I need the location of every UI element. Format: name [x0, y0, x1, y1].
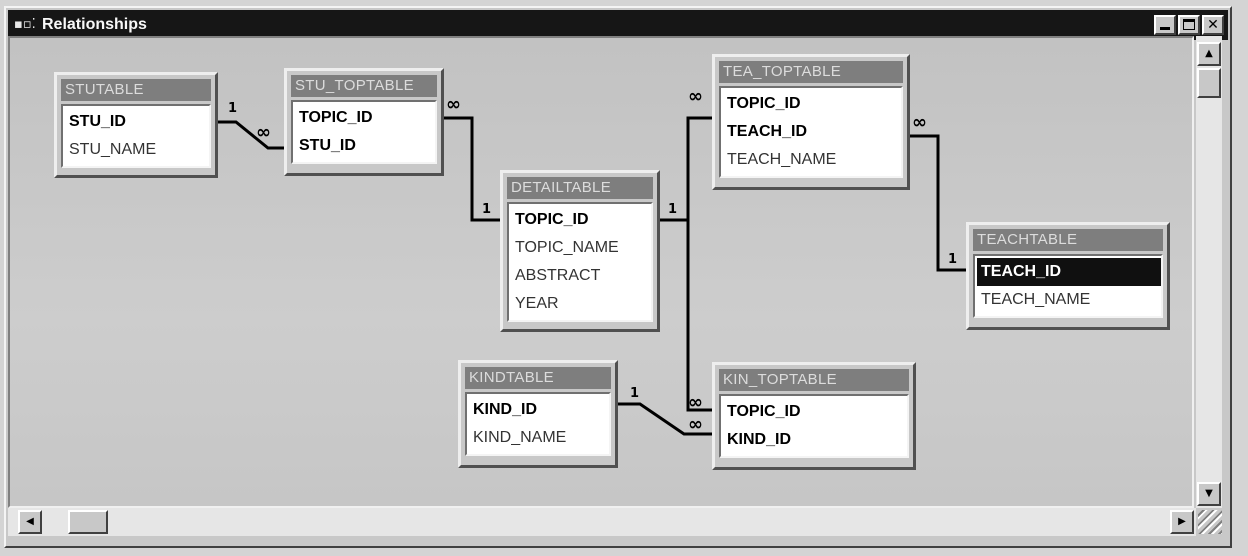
table-title[interactable]: TEA_TOPTABLE — [719, 61, 903, 83]
arrow-down-icon: ▼ — [1205, 488, 1213, 499]
table-tea-toptable[interactable]: TEA_TOPTABLE TOPIC_ID TEACH_ID TEACH_NAM… — [712, 54, 910, 190]
field-item[interactable]: TOPIC_ID — [723, 398, 907, 426]
join-line-stu-topic — [444, 116, 500, 222]
field-item[interactable]: KIND_ID — [469, 396, 609, 424]
field-item[interactable]: TOPIC_NAME — [511, 234, 651, 262]
field-item[interactable]: TOPIC_ID — [511, 206, 651, 234]
cardinality-one: 1 — [228, 101, 238, 116]
table-title[interactable]: DETAILTABLE — [507, 177, 653, 199]
field-list: STU_ID STU_NAME — [61, 104, 211, 168]
scroll-up-button[interactable]: ▲ — [1197, 42, 1221, 66]
table-title[interactable]: STUTABLE — [61, 79, 211, 101]
field-list: TOPIC_ID TEACH_ID TEACH_NAME — [719, 86, 903, 178]
field-list: TOPIC_ID STU_ID — [291, 100, 437, 164]
cardinality-many: ∞ — [688, 414, 703, 435]
field-item[interactable]: TOPIC_ID — [295, 104, 435, 132]
resize-grip[interactable] — [1198, 510, 1222, 534]
table-kindtable[interactable]: KINDTABLE KIND_ID KIND_NAME — [458, 360, 618, 468]
vertical-scroll-thumb[interactable] — [1197, 68, 1221, 98]
table-detailtable[interactable]: DETAILTABLE TOPIC_ID TOPIC_NAME ABSTRACT… — [500, 170, 660, 332]
cardinality-many: ∞ — [688, 392, 703, 413]
field-item[interactable]: ABSTRACT — [511, 262, 651, 290]
field-item[interactable]: TOPIC_ID — [723, 90, 901, 118]
vertical-scrollbar[interactable]: ▲ ▼ — [1196, 36, 1222, 508]
join-line-kin-topic — [686, 220, 712, 412]
field-list: TOPIC_ID KIND_ID — [719, 394, 909, 458]
arrow-left-icon: ◀ — [26, 516, 34, 527]
field-item-selected[interactable]: TEACH_ID — [977, 258, 1161, 286]
table-title[interactable]: TEACHTABLE — [973, 229, 1163, 251]
field-list: KIND_ID KIND_NAME — [465, 392, 611, 456]
cardinality-many: ∞ — [256, 122, 271, 143]
cardinality-one: 1 — [948, 252, 958, 267]
join-line-teach — [910, 134, 966, 272]
join-line-stu — [218, 120, 284, 150]
field-item[interactable]: KIND_ID — [723, 426, 907, 454]
field-item[interactable]: TEACH_NAME — [723, 146, 901, 174]
cardinality-many: ∞ — [688, 86, 703, 107]
horizontal-scroll-thumb[interactable] — [68, 510, 108, 534]
table-stu-toptable[interactable]: STU_TOPTABLE TOPIC_ID STU_ID — [284, 68, 444, 176]
field-item[interactable]: STU_ID — [65, 108, 209, 136]
table-stutable[interactable]: STUTABLE STU_ID STU_NAME — [54, 72, 218, 178]
table-title[interactable]: KIN_TOPTABLE — [719, 369, 909, 391]
field-item[interactable]: KIND_NAME — [469, 424, 609, 452]
field-item[interactable]: TEACH_ID — [723, 118, 901, 146]
table-kin-toptable[interactable]: KIN_TOPTABLE TOPIC_ID KIND_ID — [712, 362, 916, 470]
cardinality-many: ∞ — [446, 94, 461, 115]
field-item[interactable]: STU_NAME — [65, 136, 209, 164]
scroll-down-button[interactable]: ▼ — [1197, 482, 1221, 506]
arrow-right-icon: ▶ — [1178, 516, 1186, 527]
field-item[interactable]: TEACH_NAME — [977, 286, 1161, 314]
table-teachtable[interactable]: TEACHTABLE TEACH_ID TEACH_NAME — [966, 222, 1170, 330]
field-list: TOPIC_ID TOPIC_NAME ABSTRACT YEAR — [507, 202, 653, 322]
field-item[interactable]: STU_ID — [295, 132, 435, 160]
cardinality-many: ∞ — [912, 112, 927, 133]
field-item[interactable]: YEAR — [511, 290, 651, 318]
horizontal-scrollbar[interactable]: ◀ ▶ — [8, 508, 1196, 536]
cardinality-one: 1 — [630, 386, 640, 401]
scroll-left-button[interactable]: ◀ — [18, 510, 42, 534]
field-list: TEACH_ID TEACH_NAME — [973, 254, 1163, 318]
table-title[interactable]: STU_TOPTABLE — [291, 75, 437, 97]
arrow-up-icon: ▲ — [1205, 48, 1213, 59]
table-title[interactable]: KINDTABLE — [465, 367, 611, 389]
scroll-right-button[interactable]: ▶ — [1170, 510, 1194, 534]
cardinality-one: 1 — [482, 202, 492, 217]
cardinality-one: 1 — [668, 202, 678, 217]
